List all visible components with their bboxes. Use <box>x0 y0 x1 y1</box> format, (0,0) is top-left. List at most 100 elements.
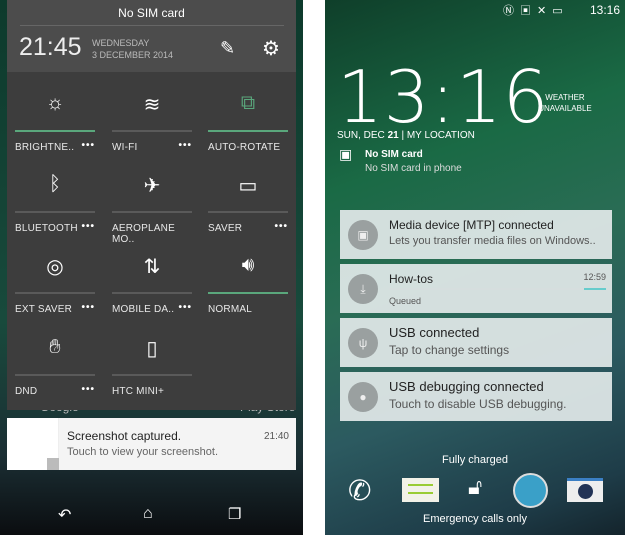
browser-icon[interactable] <box>513 473 548 508</box>
tile-label: BRIGHTNE.. <box>15 142 75 153</box>
back-icon[interactable]: ↶ <box>58 505 71 525</box>
notification-card[interactable]: ▣ Media device [MTP] connected Lets you … <box>340 210 612 259</box>
tile-saver[interactable]: ▭ SAVER ••• <box>208 173 288 235</box>
tile-mobile-da-[interactable]: ⇅ MOBILE DA.. ••• <box>112 254 192 316</box>
status-icons: Ⓝ▣✕▭ <box>503 2 569 18</box>
wifi-icon: ≋ <box>143 94 161 116</box>
notification-text: Queued <box>389 296 422 306</box>
notification-title: Screenshot captured. <box>67 429 182 443</box>
extreme-saver-icon: ◎ <box>46 256 64 278</box>
notification-text: Lets you transfer media files on Windows… <box>389 235 596 247</box>
edit-icon[interactable]: ✎ <box>220 38 235 59</box>
more-icon[interactable]: ••• <box>81 302 95 313</box>
more-icon[interactable]: ••• <box>81 384 95 395</box>
tile-ext-saver[interactable]: ◎ EXT SAVER ••• <box>15 254 95 316</box>
bluetooth-icon: ᛒ <box>49 173 61 195</box>
tile-label: NORMAL <box>208 304 252 315</box>
sim-title: No SIM card <box>365 149 423 160</box>
tile-state-bar <box>15 130 95 132</box>
quick-settings-screen: Google Play Store No SIM card 21:45 WEDN… <box>0 0 303 535</box>
no-sim-icon: ▣ <box>339 146 353 162</box>
media-device-icon: ▣ <box>348 220 378 250</box>
tile-state-bar <box>208 292 288 294</box>
tile-bluetooth[interactable]: ᛒ BLUETOOTH ••• <box>15 173 95 235</box>
screenshot-notification[interactable]: Screenshot captured. 21:40 Touch to view… <box>7 418 296 470</box>
more-icon[interactable]: ••• <box>81 140 95 151</box>
no-sim-icon: ▣ <box>520 5 537 17</box>
nfc-icon: Ⓝ <box>503 5 520 17</box>
tile-state-bar <box>208 211 288 213</box>
tile-state-bar <box>208 130 288 132</box>
notification-card[interactable]: ⤓ How-tos Queued 12:59 <box>340 264 612 313</box>
notification-title: How-tos <box>389 272 434 286</box>
tile-state-bar <box>112 374 192 376</box>
battery-icon: ▭ <box>552 5 569 17</box>
phone-icon[interactable]: ✆ <box>348 474 371 507</box>
airplane-icon: ✈ <box>143 175 161 197</box>
tile-label: AUTO-ROTATE <box>208 142 281 153</box>
mobile-data-icon: ⇅ <box>143 256 161 278</box>
auto-rotate-icon: ⧉ <box>240 92 256 114</box>
tile-label: DND <box>15 386 38 397</box>
camera-icon[interactable] <box>567 478 603 502</box>
htc-mini-icon: ▯ <box>146 338 158 360</box>
power-saver-icon: ▭ <box>238 175 258 197</box>
tile-label: SAVER <box>208 223 243 234</box>
notification-time: 12:59 <box>583 272 606 282</box>
notification-title: USB connected <box>389 325 480 340</box>
weather-label[interactable]: WEATHER UNAVAILABLE <box>533 92 597 114</box>
more-icon[interactable]: ••• <box>178 302 192 313</box>
divider <box>20 25 284 26</box>
tile-dnd[interactable]: ✋︎ DND ••• <box>15 336 95 398</box>
tile-label: WI-FI <box>112 142 138 153</box>
do-not-disturb-icon: ✋︎ <box>49 336 61 358</box>
tile-state-bar <box>15 374 95 376</box>
tile-state-bar <box>112 130 192 132</box>
android-debug-icon: ● <box>348 382 378 412</box>
carrier-label: No SIM card <box>118 6 185 20</box>
home-icon[interactable]: ⌂ <box>143 505 153 523</box>
tile-aeroplane-mo-[interactable]: ✈ AEROPLANE MO.. <box>112 173 192 245</box>
download-icon: ⤓ <box>348 274 378 304</box>
sim-text: No SIM card in phone <box>365 163 462 174</box>
status-time: 13:16 <box>589 3 620 17</box>
signal-icon: ✕ <box>537 5 553 17</box>
tile-label: AEROPLANE MO.. <box>112 223 175 245</box>
tile-label: HTC MINI+ <box>112 386 165 397</box>
location-label: MY LOCATION <box>406 130 475 141</box>
tile-htc-mini-[interactable]: ▯ HTC MINI+ <box>112 336 192 398</box>
day-label: WEDNESDAY <box>92 38 150 48</box>
notification-time: 21:40 <box>263 431 289 442</box>
more-icon[interactable]: ••• <box>274 221 288 232</box>
tile-brightne-[interactable]: ☼ BRIGHTNE.. ••• <box>15 92 95 154</box>
gear-icon[interactable]: ⚙ <box>262 36 280 61</box>
tile-state-bar <box>112 211 192 213</box>
tile-label: MOBILE DA.. <box>112 304 175 315</box>
more-icon[interactable]: ••• <box>81 221 95 232</box>
lock-clock: 13:16 <box>337 55 550 139</box>
notification-text: Touch to disable USB debugging. <box>389 397 567 411</box>
download-progress <box>389 288 606 290</box>
notification-card[interactable]: ψ USB connected Tap to change settings <box>340 318 612 367</box>
unlock-icon[interactable]: 🔓︎ <box>468 474 482 500</box>
date-label: SUN, DEC <box>337 130 388 141</box>
tile-state-bar <box>15 211 95 213</box>
notification-title: USB debugging connected <box>389 379 544 394</box>
messages-icon[interactable] <box>402 478 439 502</box>
date-day: 21 <box>387 130 399 141</box>
tile-normal[interactable]: 🔊︎ NORMAL <box>208 254 288 316</box>
date-location: SUN, DEC 21 | MY LOCATION <box>337 130 475 141</box>
tile-label: BLUETOOTH <box>15 223 78 234</box>
more-icon[interactable]: ••• <box>178 140 192 151</box>
tile-auto-rotate[interactable]: ⧉ AUTO-ROTATE <box>208 92 288 154</box>
lock-screen: Ⓝ▣✕▭ 13:16 13:16 WEATHER UNAVAILABLE SUN… <box>325 0 625 535</box>
notification-text: Tap to change settings <box>389 343 510 357</box>
recents-icon[interactable]: ❐ <box>228 505 241 523</box>
emergency-label: Emergency calls only <box>423 513 527 525</box>
usb-icon: ψ <box>348 328 378 358</box>
tile-state-bar <box>112 292 192 294</box>
volume-icon: 🔊︎ <box>241 254 255 276</box>
screenshot-thumbnail <box>7 418 59 470</box>
notification-card[interactable]: ● USB debugging connected Touch to disab… <box>340 372 612 421</box>
tile-wi-fi[interactable]: ≋ WI-FI ••• <box>112 92 192 154</box>
